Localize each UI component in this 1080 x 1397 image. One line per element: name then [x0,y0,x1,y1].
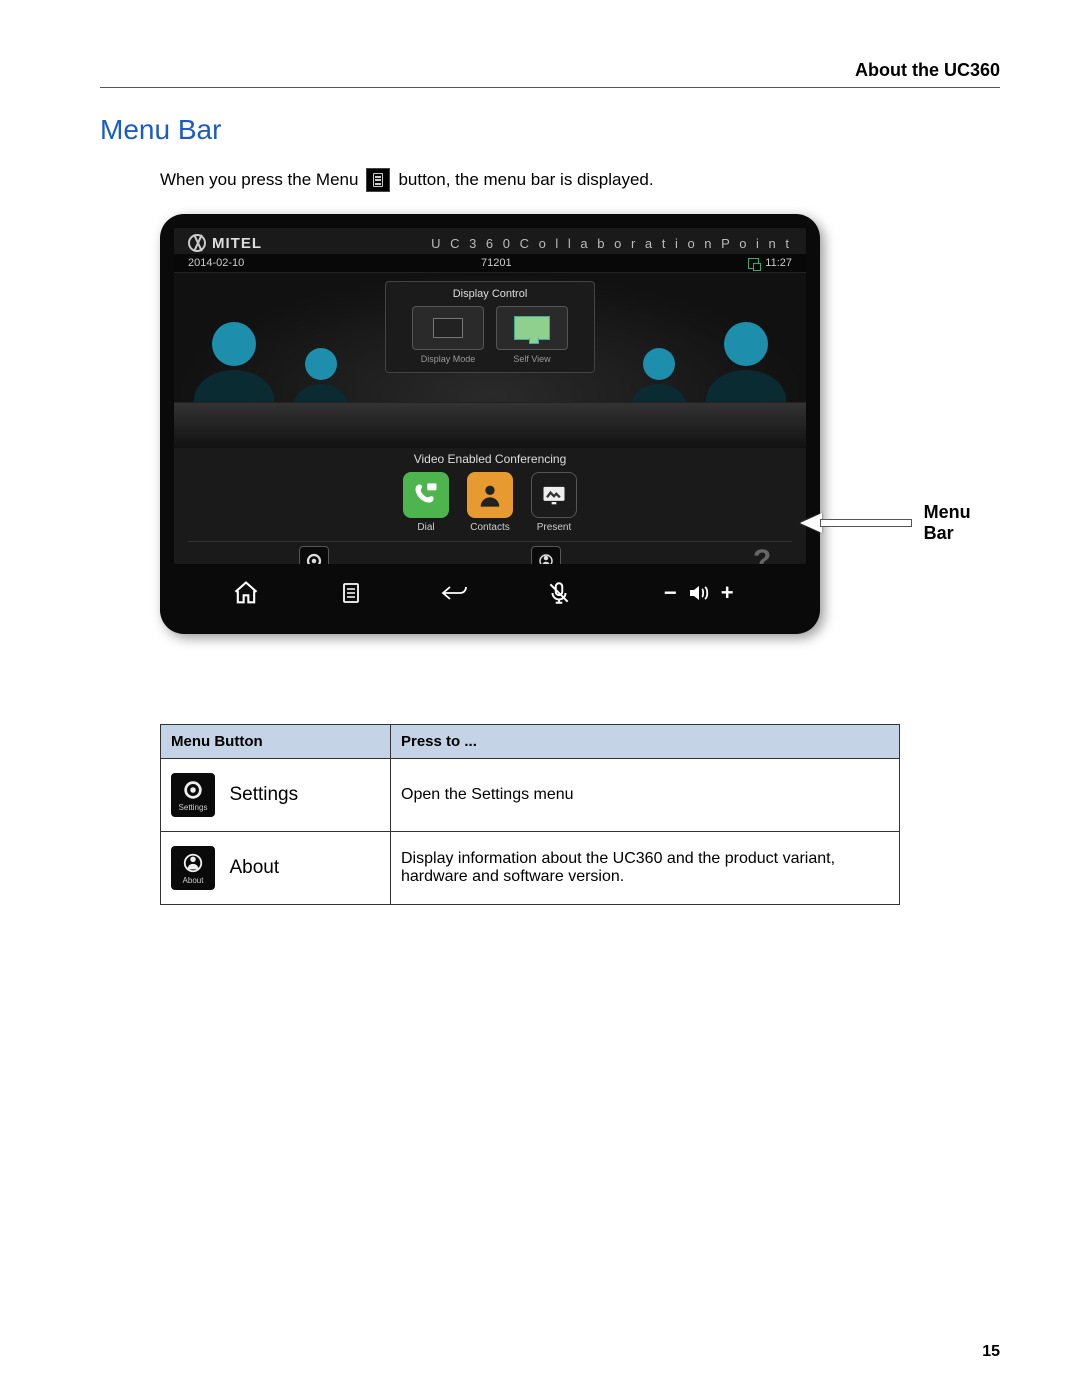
menu-hw-button[interactable] [331,578,371,608]
back-icon [440,580,470,606]
section-title: Menu Bar [100,114,1000,146]
status-time: 11:27 [765,257,792,269]
brand-text: MITEL [212,235,262,252]
brand: MITEL [188,234,262,252]
volume-plus-icon: + [721,580,734,606]
table-header-col2: Press to ... [391,725,900,759]
callout-arrow-icon [800,519,912,527]
device-screen: MITEL U C 3 6 0 C o l l a b o r a t i o … [174,228,806,564]
table-row: About About Display information about th… [161,832,900,905]
page-header: About the UC360 [100,60,1000,88]
display-mode-button[interactable]: Display Mode [412,306,484,364]
menu-bar: Settings About ? [188,541,792,564]
mute-button[interactable] [539,578,579,608]
product-name: U C 3 6 0 C o l l a b o r a t i o n P o … [431,236,792,251]
gear-icon [305,552,323,564]
present-icon [540,481,568,509]
menu-button-table: Menu Button Press to ... Settings Settin… [160,724,900,905]
self-view-button[interactable]: Self View [496,306,568,364]
help-icon[interactable]: ? [740,542,784,564]
network-status-icon [748,258,759,269]
menu-button-icon [366,168,390,192]
row-name: About [229,857,279,878]
dial-button[interactable]: Dial [403,472,449,533]
self-view-icon [514,316,550,340]
mic-mute-icon [546,579,572,607]
table-row: Settings Settings Open the Settings menu [161,759,900,832]
display-control-panel: Display Control Display Mode Self View [385,281,595,373]
speaker-icon [685,581,713,605]
device-bezel: MITEL U C 3 6 0 C o l l a b o r a t i o … [160,214,820,634]
status-extension: 71201 [481,257,512,269]
intro-part2: button, the menu bar is displayed. [398,170,653,190]
background-scene: Display Control Display Mode Self View [174,273,806,448]
intro-line: When you press the Menu button, the menu… [160,168,1000,192]
back-button[interactable] [435,578,475,608]
volume-controls[interactable]: − + [644,578,754,608]
action-row: Dial Contacts Present [174,472,806,533]
present-button[interactable]: Present [531,472,577,533]
scene-floor [174,402,806,448]
home-icon [232,579,260,607]
row-desc: Open the Settings menu [391,759,900,832]
settings-icon: Settings [171,773,215,817]
device-figure: MITEL U C 3 6 0 C o l l a b o r a t i o … [160,214,1000,634]
menu-settings-button[interactable]: Settings [298,546,331,564]
table-header-col1: Menu Button [161,725,391,759]
phone-icon [412,481,440,509]
about-icon [537,552,555,564]
header-title: About the UC360 [855,60,1000,80]
volume-minus-icon: − [664,580,677,606]
person-icon [476,481,504,509]
menu-icon [339,579,363,607]
status-date: 2014-02-10 [188,257,244,269]
row-name: Settings [229,784,298,805]
brand-row: MITEL U C 3 6 0 C o l l a b o r a t i o … [174,228,806,254]
mitel-logo-icon [188,234,206,252]
menu-about-button[interactable]: About [531,546,561,564]
conference-label: Video Enabled Conferencing [174,452,806,466]
hardware-nav: − + [174,564,806,608]
home-button[interactable] [226,578,266,608]
status-bar: 2014-02-10 71201 11:27 [174,254,806,273]
menu-bar-callout: Menu Bar [800,502,1000,544]
monitor-icon [433,318,463,338]
row-desc: Display information about the UC360 and … [391,832,900,905]
callout-label: Menu Bar [924,502,1000,544]
panel-title: Display Control [394,288,586,300]
contacts-button[interactable]: Contacts [467,472,513,533]
about-icon: About [171,846,215,890]
intro-part1: When you press the Menu [160,170,358,190]
page-number: 15 [982,1343,1000,1361]
